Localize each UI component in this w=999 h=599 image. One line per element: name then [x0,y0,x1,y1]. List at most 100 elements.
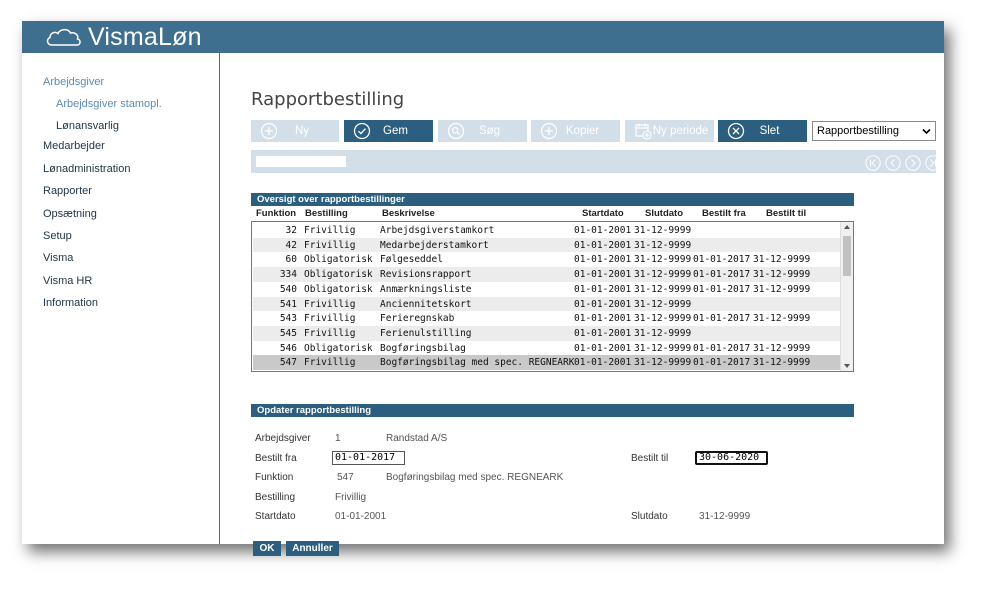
column-header-bestilt-fra[interactable]: Bestilt fra [702,208,746,219]
cell-bestilt-til: 31-12-9999 [753,269,811,281]
cell-beskrivelse: Anmærkningsliste [380,283,472,295]
cell-bestilt-til: 31-12-9999 [753,342,811,354]
cell-slutdato: 31-12-9999 [634,313,692,325]
scroll-up-icon[interactable] [844,225,850,229]
cell-bestilling: Obligatorisk [304,342,373,354]
list-scrollbar[interactable] [840,222,853,371]
sidebar-item-information[interactable]: Information [43,297,98,309]
cell-slutdato: 31-12-9999 [634,239,692,251]
table-row[interactable]: 334 Obligatorisk Revisionsrapport 01-01-200… [253,267,841,282]
cell-funktion: 546 [279,342,297,354]
cell-funktion: 42 [285,239,297,251]
new-button-label: Ny [294,125,310,137]
top-bar: VismaLøn [22,21,944,53]
first-page-icon[interactable] [865,155,881,171]
new-period-button-label: Ny periode [652,125,709,137]
cell-bestilling: Obligatorisk [304,269,373,281]
cell-startdato: 01-01-2001 [574,313,632,325]
cell-funktion: 334 [279,269,297,281]
cell-startdato: 01-01-2001 [574,342,632,354]
ok-button[interactable]: OK [253,541,281,556]
column-header-funktion[interactable]: Funktion [256,208,296,219]
cell-beskrivelse: Medarbejderstamkort [380,239,489,251]
table-row[interactable]: 545 Frivillig Ferienulstilling 01-01-2001 31… [253,325,841,341]
cell-bestilt-til: 31-12-9999 [753,283,811,295]
cell-slutdato: 31-12-9999 [634,342,692,354]
sidebar-item-arbejdsgiver[interactable]: Arbejdsgiver [43,76,104,88]
cell-startdato: 01-01-2001 [574,283,632,295]
table-row[interactable]: 546 Obligatorisk Bogføringsbilag 01-01-2001… [253,341,841,356]
bestilt-til-input[interactable]: 30-06-2020 [695,451,768,465]
x-circle-icon [727,122,745,140]
cell-beskrivelse: Bogføringsbilag med spec. REGNEARK [380,357,575,369]
sidebar-item-setup[interactable]: Setup [43,230,72,242]
view-select-value: Rapportbestilling [817,125,899,137]
table-row[interactable]: 42 Frivillig Medarbejderstamkort 01-01-2001… [253,237,841,253]
bestilling-value: Frivillig [335,492,367,503]
scroll-thumb[interactable] [843,236,851,276]
table-row[interactable]: 543 Frivillig Ferieregnskab 01-01-2001 31-12… [253,311,841,326]
page-title: Rapportbestilling [251,89,405,110]
search-button[interactable]: Søg [438,120,527,142]
funktion-number: 547 [337,472,354,483]
column-header-slutdato[interactable]: Slutdato [645,208,683,219]
column-header-startdato[interactable]: Startdato [582,208,624,219]
overview-section-header: Oversigt over rapportbestillinger [251,193,854,206]
bestilling-label: Bestilling [255,492,296,503]
search-button-label: Søg [478,125,501,137]
cloud-icon [46,28,81,46]
search-icon [447,122,465,140]
sidebar-item-medarbejder[interactable]: Medarbejder [43,140,105,152]
bestilt-til-label: Bestilt til [631,453,669,464]
funktion-label: Funktion [255,472,294,483]
bestilt-fra-input[interactable]: 01-01-2017 [332,451,405,465]
copy-button[interactable]: Kopier [531,120,620,142]
sidebar-item-visma-hr[interactable]: Visma HR [43,275,92,287]
last-page-icon[interactable] [925,155,941,171]
column-header-beskrivelse[interactable]: Beskrivelse [382,208,435,219]
save-button[interactable]: Gem [344,120,433,142]
sidebar-item-opsaetning[interactable]: Opsætning [43,208,97,220]
cell-bestilling: Obligatorisk [304,254,373,266]
check-circle-icon [353,122,371,140]
next-page-icon[interactable] [905,155,921,171]
sidebar-item-lonansvarlig[interactable]: Lønansvarlig [56,120,119,132]
cell-startdato: 01-01-2001 [574,357,632,369]
cell-beskrivelse: Revisionsrapport [380,269,472,281]
cell-bestilling: Frivillig [304,327,356,339]
column-header-bestilling[interactable]: Bestilling [305,208,348,219]
sidebar-item-lonadministration[interactable]: Lønadministration [43,163,130,175]
cell-funktion: 540 [279,283,297,295]
previous-page-icon[interactable] [885,155,901,171]
report-order-list[interactable]: 32 Frivillig Arbejdsgiverstamkort 01-01-200… [251,221,854,372]
calendar-plus-icon [635,123,652,140]
cancel-button[interactable]: Annuller [286,541,339,556]
cell-slutdato: 31-12-9999 [634,225,692,236]
sidebar-item-arbejdsgiver-stamopl[interactable]: Arbejdsgiver stamopl. [56,98,162,110]
cell-bestilling: Frivillig [304,313,356,325]
app-window: VismaLøn Arbejdsgiver Arbejdsgiver stamo… [22,21,944,556]
update-section-header: Opdater rapportbestilling [251,404,854,417]
table-row[interactable]: 541 Frivillig Anciennitetskort 01-01-2001 31… [253,296,841,312]
cell-beskrivelse: Følgeseddel [380,254,443,266]
column-header-bestilt-til[interactable]: Bestilt til [766,208,806,219]
cell-bestilt-fra: 01-01-2017 [693,254,751,266]
cell-beskrivelse: Arbejdsgiverstamkort [380,225,495,236]
table-row[interactable]: 540 Obligatorisk Anmærkningsliste 01-01-200… [253,282,841,297]
sidebar-item-rapporter[interactable]: Rapporter [43,185,92,197]
table-row[interactable]: 60 Obligatorisk Følgeseddel 01-01-2001 31-12… [253,252,841,267]
delete-button[interactable]: Slet [718,120,807,142]
delete-button-label: Slet [759,125,780,137]
new-button[interactable]: Ny [251,120,339,142]
app-logo[interactable]: VismaLøn [44,23,202,51]
table-row[interactable]: 32 Frivillig Arbejdsgiverstamkort 01-01-200… [253,223,841,238]
sidebar-item-visma[interactable]: Visma [43,252,73,264]
cell-startdato: 01-01-2001 [574,327,632,339]
cell-bestilling: Frivillig [304,357,356,369]
cell-bestilling: Frivillig [304,298,356,310]
funktion-name: Bogføringsbilag med spec. REGNEARK [386,472,564,483]
table-row[interactable]: 547 Frivillig Bogføringsbilag med spec. RE… [253,355,841,370]
view-select[interactable]: Rapportbestilling [812,121,936,141]
scroll-down-icon[interactable] [844,364,850,368]
new-period-button[interactable]: Ny periode [625,120,714,142]
